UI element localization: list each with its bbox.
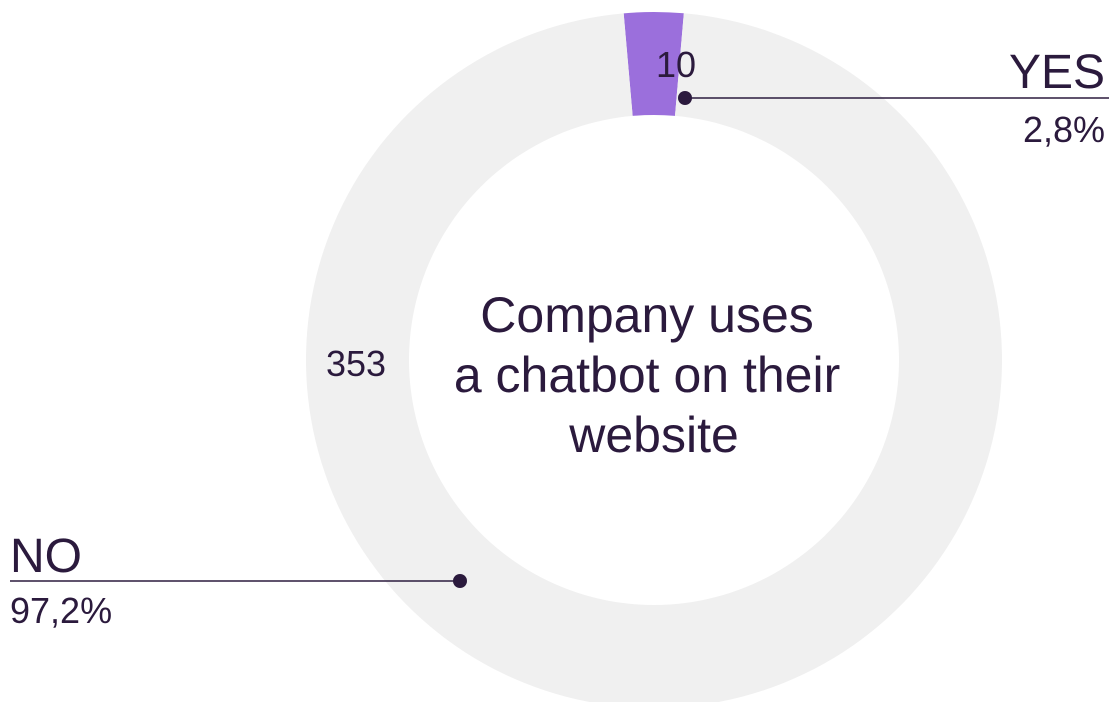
- percent-label-no: 97,2%: [10, 590, 112, 631]
- leader-dot-yes: [678, 91, 692, 105]
- center-title-line-3: website: [568, 407, 739, 463]
- leader-dot-no: [453, 574, 467, 588]
- percent-label-yes: 2,8%: [1023, 109, 1105, 150]
- center-title: Company uses a chatbot on their website: [454, 287, 854, 463]
- slice-value-label-yes: 10: [656, 44, 696, 85]
- category-label-no: NO: [10, 530, 82, 583]
- center-title-line-2: a chatbot on their: [454, 347, 840, 403]
- slice-value-label-no: 353: [326, 343, 386, 384]
- center-title-line-1: Company uses: [480, 287, 814, 343]
- donut-chart: 10 353 YES 2,8% NO 97,2% Company uses a …: [10, 11, 1109, 702]
- category-label-yes: YES: [1009, 46, 1105, 99]
